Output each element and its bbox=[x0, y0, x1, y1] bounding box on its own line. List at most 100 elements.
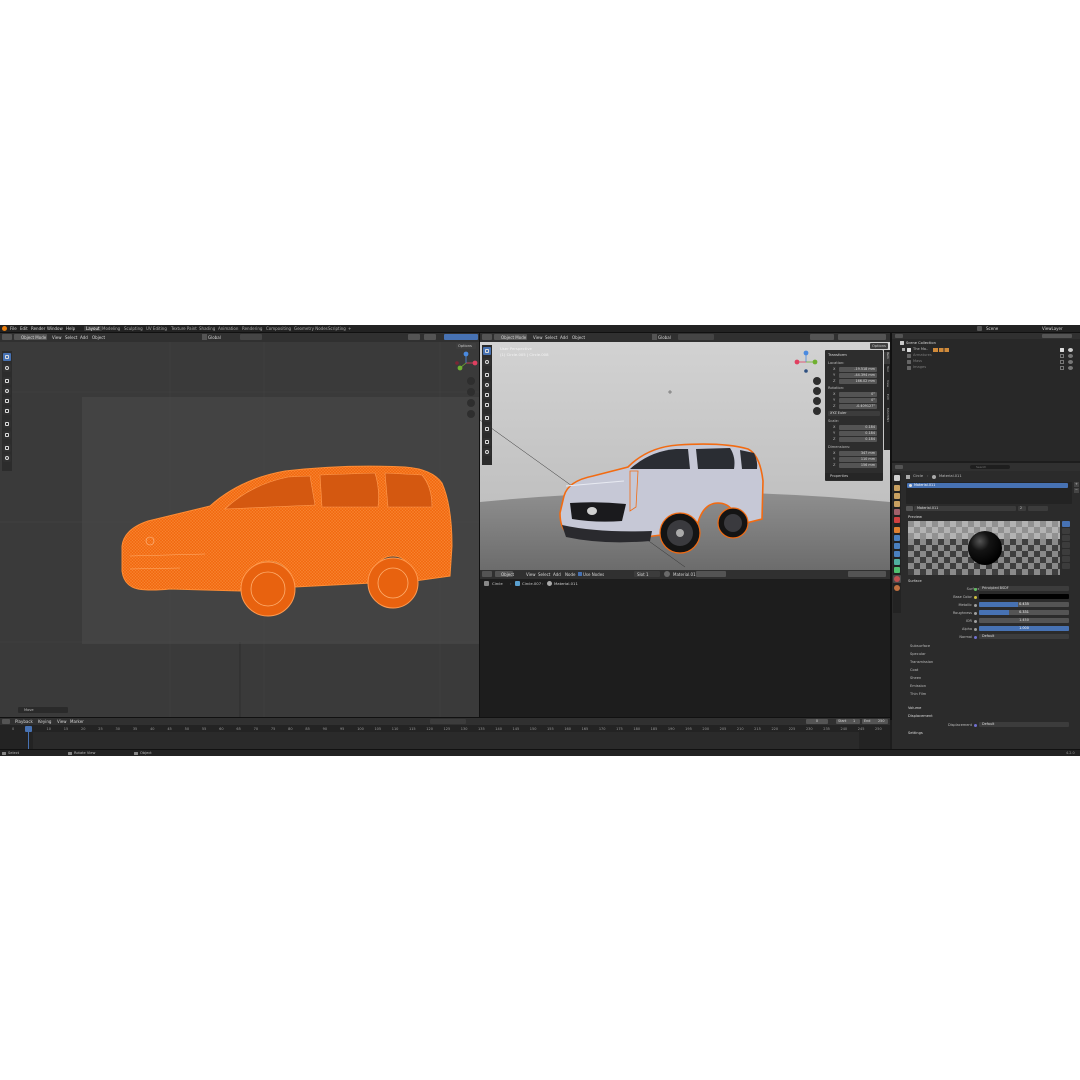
editor-type-icon[interactable] bbox=[2, 334, 12, 340]
menu-select[interactable]: Select bbox=[65, 335, 77, 340]
location-z-field[interactable]: 166.02 mm bbox=[839, 379, 877, 384]
overlay-toggles[interactable] bbox=[848, 571, 886, 577]
menu-select[interactable]: Select bbox=[545, 335, 557, 340]
mode-selector[interactable]: Object Mode bbox=[21, 335, 46, 340]
options-button[interactable]: Options bbox=[870, 343, 888, 349]
use-nodes-checkbox[interactable] bbox=[578, 572, 582, 576]
snap-controls[interactable] bbox=[678, 334, 714, 340]
scale-z-field[interactable]: 0.184 bbox=[839, 437, 877, 442]
view-layer-selector[interactable]: ViewLayer bbox=[1042, 326, 1063, 331]
breadcrumb-material[interactable]: Material.011 bbox=[554, 581, 578, 586]
start-frame-field[interactable]: 1 bbox=[853, 719, 855, 723]
orientation-selector[interactable]: Global bbox=[658, 335, 671, 340]
expand-icon[interactable] bbox=[902, 348, 905, 351]
menu-node[interactable]: Node bbox=[565, 572, 575, 577]
annotate-tool-icon[interactable] bbox=[483, 414, 491, 422]
world-tab-icon[interactable] bbox=[894, 517, 900, 523]
preview-panel-header[interactable]: Preview bbox=[908, 515, 922, 519]
shading-mode-buttons[interactable] bbox=[838, 334, 886, 340]
dimensions-z-field[interactable]: 156 mm bbox=[839, 463, 877, 468]
dimensions-y-field[interactable]: 110 mm bbox=[839, 457, 877, 462]
menu-keying[interactable]: Keying bbox=[38, 719, 51, 724]
menu-view[interactable]: View bbox=[533, 335, 543, 340]
add-slot-icon[interactable]: + bbox=[1074, 482, 1079, 487]
menu-playback[interactable]: Playback bbox=[15, 719, 33, 724]
subpanel-specular[interactable]: Specular bbox=[910, 652, 926, 656]
workspace-tab-shading[interactable]: Shading bbox=[199, 326, 215, 331]
menu-add[interactable]: Add bbox=[553, 572, 561, 577]
shader-editor[interactable]: Object View Select Add Node Use Nodes Sl… bbox=[480, 570, 890, 720]
dimensions-x-field[interactable]: 347 mm bbox=[839, 451, 877, 456]
shader-type-selector[interactable]: Object bbox=[501, 572, 514, 577]
add-cube-tool-icon[interactable] bbox=[3, 444, 11, 452]
editor-type-icon[interactable] bbox=[482, 334, 492, 340]
material-slot-row[interactable]: Material.011 bbox=[907, 483, 1068, 488]
menu-window[interactable]: Window bbox=[47, 326, 63, 331]
view-layer-tab-icon[interactable] bbox=[894, 501, 900, 507]
material-tab-icon[interactable] bbox=[894, 576, 900, 582]
cube-preview-icon[interactable] bbox=[1062, 528, 1070, 534]
browse-material-icon[interactable] bbox=[906, 506, 913, 511]
breadcrumb-mesh[interactable]: Circle.007 bbox=[522, 581, 541, 586]
hair-preview-icon[interactable] bbox=[1062, 542, 1070, 548]
checkbox-icon[interactable] bbox=[1060, 348, 1064, 352]
scale-tool-icon[interactable] bbox=[483, 391, 491, 399]
editor-type-icon[interactable] bbox=[895, 465, 903, 469]
texture-tab-icon[interactable] bbox=[894, 585, 900, 591]
blender-logo-icon[interactable] bbox=[2, 326, 7, 331]
breadcrumb-object[interactable]: Circle bbox=[492, 581, 503, 586]
camera-icon[interactable] bbox=[813, 397, 821, 405]
pan-hand-icon[interactable] bbox=[813, 387, 821, 395]
add-object-tool-icon[interactable] bbox=[483, 448, 491, 456]
checkbox-icon[interactable] bbox=[1060, 366, 1064, 370]
scale-y-field[interactable]: 0.184 bbox=[839, 431, 877, 436]
move-tool-icon[interactable] bbox=[483, 371, 491, 379]
surface-shader-field[interactable]: Principled BSDF bbox=[979, 586, 1069, 591]
editor-type-icon[interactable] bbox=[482, 571, 492, 577]
user-count-button[interactable]: 2 bbox=[1018, 506, 1026, 511]
properties-editor[interactable]: Search Circle › Material.011 Material.01… bbox=[892, 463, 1080, 753]
measure-tool-icon[interactable] bbox=[483, 425, 491, 433]
editor-type-icon[interactable] bbox=[2, 719, 10, 724]
menu-help[interactable]: Help bbox=[66, 326, 75, 331]
menu-view[interactable]: View bbox=[526, 572, 536, 577]
add-object-tool-icon[interactable] bbox=[3, 454, 11, 462]
volume-panel-header[interactable]: Volume bbox=[908, 706, 921, 710]
roughness-slider[interactable]: 0.331 bbox=[979, 610, 1069, 615]
eye-icon[interactable] bbox=[1068, 348, 1073, 352]
annotate-tool-icon[interactable] bbox=[3, 420, 11, 428]
measure-tool-icon[interactable] bbox=[3, 431, 11, 439]
camera-icon[interactable] bbox=[467, 399, 475, 407]
settings-panel-header[interactable]: Settings bbox=[908, 731, 923, 735]
workspace-tab-compositing[interactable]: Compositing bbox=[266, 326, 291, 331]
overlays-toggle[interactable] bbox=[424, 334, 436, 340]
overlay-toggles[interactable] bbox=[810, 334, 834, 340]
rotation-y-field[interactable]: 0° bbox=[839, 398, 877, 403]
scale-x-field[interactable]: 0.184 bbox=[839, 425, 877, 430]
cloth-preview-icon[interactable] bbox=[1062, 556, 1070, 562]
workspace-tab-animation[interactable]: Animation bbox=[218, 326, 238, 331]
subpanel-coat[interactable]: Coat bbox=[910, 668, 918, 672]
orientation-selector[interactable]: Global bbox=[208, 335, 221, 340]
menu-view[interactable]: View bbox=[57, 719, 67, 724]
material-actions[interactable] bbox=[1028, 506, 1048, 511]
perspective-grid-icon[interactable] bbox=[813, 407, 821, 415]
slot-selector[interactable]: Slot 1 bbox=[637, 572, 648, 577]
alpha-slider[interactable]: 1.000 bbox=[979, 626, 1069, 631]
rotate-tool-icon[interactable] bbox=[3, 387, 11, 395]
display-mode-selector[interactable] bbox=[895, 334, 903, 338]
metallic-slider[interactable]: 0.435 bbox=[979, 602, 1069, 607]
menu-object[interactable]: Object bbox=[572, 335, 585, 340]
output-tab-icon[interactable] bbox=[894, 493, 900, 499]
move-tool-icon[interactable] bbox=[3, 377, 11, 385]
menu-object[interactable]: Object bbox=[92, 335, 105, 340]
normal-field[interactable]: Default bbox=[979, 634, 1069, 639]
operator-panel[interactable]: Move bbox=[18, 707, 68, 713]
playback-controls[interactable] bbox=[430, 719, 466, 724]
wireframe-car-model[interactable] bbox=[110, 461, 460, 621]
menu-select[interactable]: Select bbox=[538, 572, 550, 577]
physics-tab-icon[interactable] bbox=[894, 551, 900, 557]
modifiers-tab-icon[interactable] bbox=[894, 535, 900, 541]
scene-selector[interactable]: Scene bbox=[986, 326, 998, 331]
menu-edit[interactable]: Edit bbox=[20, 326, 28, 331]
